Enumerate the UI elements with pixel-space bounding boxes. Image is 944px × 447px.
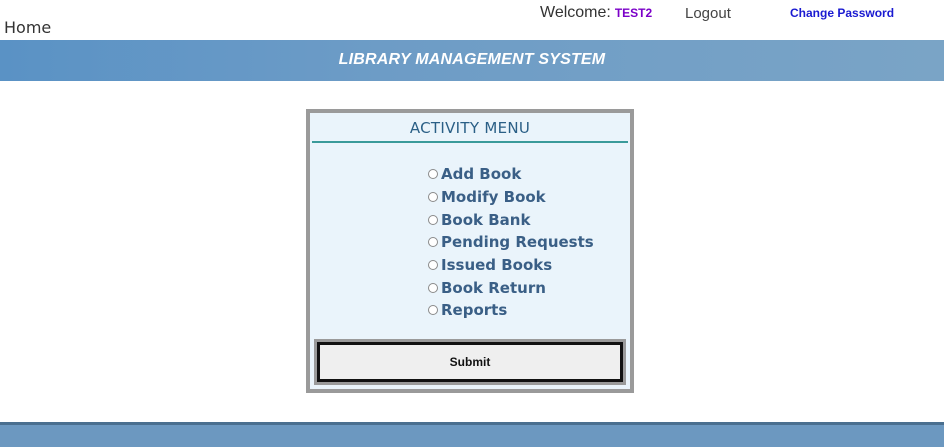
activity-menu-title: ACTIVITY MENU (409, 119, 531, 137)
top-bar: Home Welcome: TEST2 Logout Change Passwor… (0, 0, 944, 40)
menu-item-pending-requests[interactable]: Pending Requests (428, 231, 594, 254)
menu-item-add-book[interactable]: Add Book (428, 163, 594, 186)
menu-item-label: Modify Book (441, 188, 546, 207)
submit-button-frame: Submit (314, 339, 626, 385)
menu-item-label: Add Book (441, 165, 522, 184)
menu-item-label: Pending Requests (441, 233, 594, 252)
radio-button[interactable] (428, 237, 438, 248)
radio-button[interactable] (428, 192, 438, 203)
menu-item-modify-book[interactable]: Modify Book (428, 186, 594, 209)
radio-button[interactable] (428, 169, 438, 180)
title-banner: LIBRARY MANAGEMENT SYSTEM (0, 40, 944, 81)
change-password-link[interactable]: Change Password (790, 6, 894, 20)
logout-link[interactable]: Logout (685, 5, 731, 22)
radio-button[interactable] (428, 305, 438, 316)
radio-button[interactable] (428, 260, 438, 271)
activity-menu-list: Add Book Modify Book Book Bank Pending R… (428, 163, 594, 322)
welcome-label: Welcome: (540, 4, 611, 21)
menu-item-label: Issued Books (441, 256, 553, 275)
activity-menu-panel: ACTIVITY MENU Add Book Modify Book Book … (306, 109, 634, 393)
menu-item-label: Reports (441, 301, 508, 320)
footer-bar (0, 422, 944, 447)
activity-menu-header: ACTIVITY MENU (312, 119, 628, 143)
app-title: LIBRARY MANAGEMENT SYSTEM (338, 51, 606, 68)
menu-item-label: Book Return (441, 278, 546, 297)
menu-item-book-return[interactable]: Book Return (428, 276, 594, 299)
username: TEST2 (614, 6, 653, 20)
menu-item-label: Book Bank (441, 210, 531, 229)
radio-button[interactable] (428, 214, 438, 225)
welcome-text: Welcome: TEST2 (540, 4, 652, 22)
menu-item-issued-books[interactable]: Issued Books (428, 254, 594, 277)
home-link[interactable]: Home (4, 18, 51, 37)
radio-button[interactable] (428, 282, 438, 293)
menu-item-book-bank[interactable]: Book Bank (428, 208, 594, 231)
submit-button[interactable]: Submit (317, 342, 623, 382)
menu-item-reports[interactable]: Reports (428, 299, 594, 322)
